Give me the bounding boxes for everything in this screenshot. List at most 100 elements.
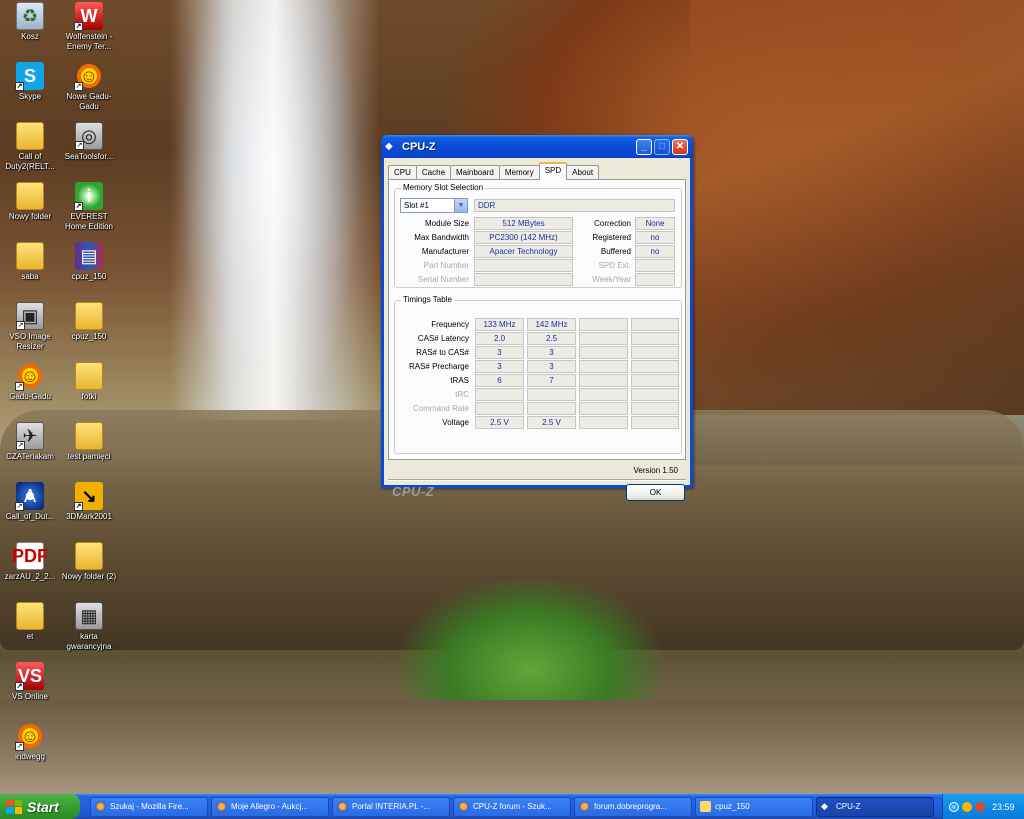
task-button[interactable]: Szukaj - Mozilla Fire...	[90, 796, 208, 817]
ras-to-cas-col1: 3	[475, 346, 524, 359]
tab-strip: CPU Cache Mainboard Memory SPD About	[388, 162, 600, 180]
max-bandwidth-label: Max Bandwidth	[414, 233, 469, 242]
desktop-icon-cpuz-folder[interactable]: cpuz_150	[59, 302, 119, 342]
tab-spd[interactable]: SPD	[538, 162, 568, 180]
task-button[interactable]: cpuz_150	[695, 796, 813, 817]
frequency-col3	[579, 318, 628, 331]
module-size-value: 512 MBytes	[474, 217, 573, 230]
desktop-icon-3dmark[interactable]: ↘ ↗ 3DMark2001	[59, 482, 119, 522]
minimize-button[interactable]: _	[636, 138, 652, 155]
ras-to-cas-col2: 3	[527, 346, 576, 359]
trc-label: tRC	[455, 390, 469, 399]
desktop-icon-skype[interactable]: S ↗ Skype	[0, 62, 60, 102]
desktop-icon-pdf[interactable]: PDF zarzAU_2_2...	[0, 542, 60, 582]
desktop-icon-label: zarzAU_2_2...	[4, 572, 56, 581]
cpuz-brand-logo: CPU-Z	[392, 484, 435, 499]
frequency-col4	[631, 318, 679, 331]
gadu-gadu-tray-icon[interactable]	[962, 801, 972, 812]
task-button[interactable]: CPU-Z forum - Szuk...	[453, 796, 571, 817]
firefox-icon	[216, 801, 227, 812]
firefox-icon	[579, 801, 590, 812]
desktop-icon-wolfenstein[interactable]: W ↗ Wolfenstein - Enemy Ter...	[59, 2, 119, 52]
tras-col3	[579, 374, 628, 387]
slot-select[interactable]: Slot #1 ▼	[400, 198, 468, 213]
task-label: Szukaj - Mozilla Fire...	[110, 801, 189, 811]
correction-value: None	[635, 217, 675, 230]
desktop-icon-label: indwegg	[15, 752, 45, 761]
window-titlebar[interactable]: ◆ CPU-Z _ □ ✕	[381, 135, 693, 158]
footer-divider	[388, 479, 686, 481]
task-button-active[interactable]: ◆ CPU-Z	[816, 796, 934, 817]
ok-button[interactable]: OK	[626, 484, 685, 501]
desktop-icon-karta-gwarancyjna[interactable]: ▦ karta gwarancyjna	[59, 602, 119, 652]
desktop-icon-nowy-folder-2[interactable]: Nowy folder (2)	[59, 542, 119, 582]
task-label: CPU-Z	[836, 801, 861, 811]
desktop-icon-cpuz-archive[interactable]: ▤ cpuz_150	[59, 242, 119, 282]
desktop-icon-indwegg[interactable]: ☺ ↗ indwegg	[0, 722, 60, 762]
task-button[interactable]: Portal INTERIA.PL -...	[332, 796, 450, 817]
antivirus-icon[interactable]	[975, 801, 985, 812]
folder-icon	[16, 242, 44, 270]
registered-label: Registered	[592, 233, 631, 242]
window-title: CPU-Z	[402, 140, 436, 153]
task-label: forum.dobreprogra...	[594, 801, 667, 811]
desktop-icon-label: VS Online	[11, 692, 49, 701]
desktop-icon-saba[interactable]: saba	[0, 242, 60, 282]
desktop-icon-nowy-folder[interactable]: Nowy folder	[0, 182, 60, 222]
tab-cpu[interactable]: CPU	[388, 165, 417, 180]
folder-icon	[16, 602, 44, 630]
desktop-icon-label: fotki	[81, 392, 97, 401]
max-bandwidth-value: PC2300 (142 MHz)	[474, 231, 573, 244]
tab-mainboard[interactable]: Mainboard	[450, 165, 500, 180]
command-rate-col3	[579, 402, 628, 415]
desktop-icon-call-of-duty-2[interactable]: Call of Duty2(RELT...	[0, 122, 60, 172]
frequency-label: Frequency	[431, 320, 469, 329]
chevron-down-icon[interactable]: ▼	[454, 199, 467, 212]
tab-memory[interactable]: Memory	[498, 165, 540, 180]
desktop-icon-czat[interactable]: ✈ ↗ CZATeriakam	[0, 422, 60, 462]
desktop-icon-vso-image-resizer[interactable]: ▣ ↗ VSO Image Resizer	[0, 302, 60, 352]
windows-logo-icon	[6, 799, 22, 814]
network-icon[interactable]: «	[949, 801, 959, 812]
desktop-icon-label: et	[26, 632, 34, 641]
desktop-icon-vs-online[interactable]: VS ↗ VS Online	[0, 662, 60, 702]
task-label: CPU-Z forum - Szuk...	[473, 801, 552, 811]
folder-icon	[75, 422, 103, 450]
close-button[interactable]: ✕	[672, 138, 688, 155]
desktop-icon-test-pamieci[interactable]: test pamięci	[59, 422, 119, 462]
desktop-icon-label: test pamięci	[67, 452, 111, 461]
vs-online-icon: VS ↗	[15, 662, 44, 691]
cas-latency-col3	[579, 332, 628, 345]
folder-icon	[75, 542, 103, 570]
task-button[interactable]: forum.dobreprogra...	[574, 796, 692, 817]
czat-icon: ✈ ↗	[16, 422, 44, 450]
ras-precharge-col4	[631, 360, 679, 373]
desktop-icon-seatools[interactable]: ◎ ↗ SeaToolsfor...	[59, 122, 119, 162]
firefox-icon	[337, 801, 348, 812]
maximize-button: □	[654, 138, 670, 155]
system-tray: « 23:59	[942, 794, 1024, 819]
cas-latency-label: CAS# Latency	[417, 334, 469, 343]
voltage-col1: 2.5 V	[475, 416, 524, 429]
everest-icon: i ↗	[74, 182, 103, 211]
start-button[interactable]: Start	[0, 794, 80, 819]
folder-icon	[16, 182, 44, 210]
desktop-icon-nowe-gadu-gadu[interactable]: ☺ ↗ Nowe Gadu-Gadu	[59, 62, 119, 112]
clock[interactable]: 23:59	[992, 802, 1015, 812]
task-list: Szukaj - Mozilla Fire... Moje Allegro - …	[90, 796, 937, 817]
desktop-icon-et[interactable]: et	[0, 602, 60, 642]
desktop-icon-call-of-duty[interactable]: A ↗ Call_of_Dut...	[0, 482, 60, 522]
desktop-icon-kosz[interactable]: ♻ Kosz	[0, 2, 60, 42]
tab-cache[interactable]: Cache	[415, 165, 452, 180]
command-rate-col1	[475, 402, 524, 415]
desktop-icon-fotki[interactable]: fotki	[59, 362, 119, 402]
desktop-icon-everest[interactable]: i ↗ EVEREST Home Edition	[59, 182, 119, 232]
tab-about[interactable]: About	[566, 165, 600, 180]
task-button[interactable]: Moje Allegro - Aukcj...	[211, 796, 329, 817]
voltage-col3	[579, 416, 628, 429]
desktop-icon-gadu-gadu[interactable]: ☺ ↗ Gadu-Gadu	[0, 362, 60, 402]
tras-col2: 7	[527, 374, 576, 387]
folder-icon	[700, 801, 711, 812]
window-client: CPU Cache Mainboard Memory SPD About Mem…	[384, 158, 690, 501]
correction-label: Correction	[594, 219, 631, 228]
